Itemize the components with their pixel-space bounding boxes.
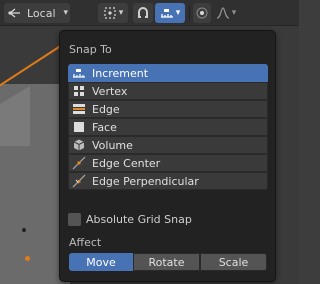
snap-target-dropdown[interactable]: ▾ (155, 3, 185, 23)
absolute-grid-snap-row[interactable]: Absolute Grid Snap (68, 213, 192, 226)
snap-item-vertex[interactable]: Vertex (68, 82, 268, 100)
chevron-down-icon: ▾ (118, 8, 124, 18)
pivot-icon (103, 6, 117, 20)
snap-item-volume[interactable]: Volume (68, 136, 268, 154)
circle-dot-icon (196, 7, 208, 19)
snap-item-label: Edge (92, 102, 120, 116)
affect-scale-button[interactable]: Scale (200, 253, 267, 271)
pivot-point-dropdown[interactable]: ▾ (98, 3, 128, 23)
magnet-icon (136, 6, 150, 20)
chevron-down-icon: ▾ (231, 8, 237, 18)
absolute-grid-snap-checkbox[interactable] (68, 213, 81, 226)
snap-item-edge[interactable]: Edge (68, 100, 268, 118)
chevron-down-icon: ▾ (63, 8, 69, 18)
orientation-icon (8, 6, 22, 20)
edge-icon (72, 102, 86, 116)
snap-item-label: Volume (92, 138, 133, 152)
snap-item-label: Edge Perpendicular (92, 174, 199, 188)
snap-popover: Snap To Increment Vertex Edge Face Volum… (59, 30, 276, 282)
snap-item-label: Edge Center (92, 156, 161, 170)
transform-orientation-dropdown[interactable]: Local ▾ (4, 3, 70, 23)
orientation-label: Local (27, 6, 56, 20)
vertex (22, 228, 26, 232)
snap-item-label: Face (92, 120, 117, 134)
selected-vertex (25, 256, 30, 261)
snap-item-edge-perpendicular[interactable]: Edge Perpendicular (68, 172, 268, 190)
snap-to-heading: Snap To (69, 43, 112, 56)
vertex-icon (72, 84, 86, 98)
face-icon (72, 120, 86, 134)
increment-icon (72, 66, 86, 80)
viewport-header: Local ▾ ▾ ▾ ▾ (0, 0, 299, 26)
proportional-editing-toggle[interactable] (193, 3, 211, 23)
affect-move-button[interactable]: Move (69, 253, 133, 271)
absolute-grid-snap-label: Absolute Grid Snap (86, 213, 192, 226)
falloff-dropdown[interactable]: ▾ (212, 3, 240, 23)
snap-item-edge-center[interactable]: Edge Center (68, 154, 268, 172)
snap-item-face[interactable]: Face (68, 118, 268, 136)
increment-icon (160, 6, 174, 20)
affect-rotate-button[interactable]: Rotate (133, 253, 200, 271)
snap-item-label: Vertex (92, 84, 128, 98)
falloff-curve-icon (216, 6, 230, 20)
snap-item-increment[interactable]: Increment (68, 64, 268, 82)
edge-center-icon (72, 156, 86, 170)
separator (189, 6, 190, 20)
volume-icon (72, 138, 86, 152)
snap-toggle-button[interactable] (133, 3, 153, 23)
snap-item-label: Increment (92, 66, 149, 80)
edge-perpendicular-icon (72, 174, 86, 188)
affect-heading: Affect (69, 236, 102, 249)
chevron-down-icon: ▾ (175, 8, 181, 18)
